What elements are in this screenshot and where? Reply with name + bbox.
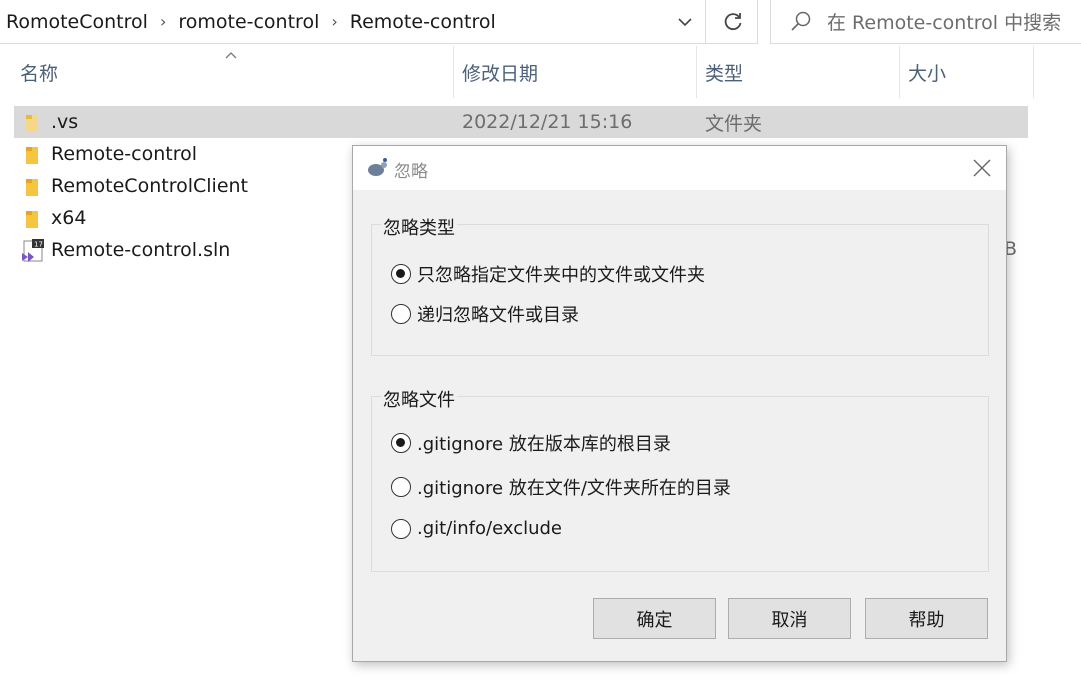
ok-button[interactable]: 确定 bbox=[593, 598, 716, 639]
radio-label: .git/info/exclude bbox=[417, 518, 562, 539]
breadcrumb-item[interactable]: Remote-control bbox=[350, 11, 496, 33]
folder-icon bbox=[26, 147, 38, 164]
svg-text:17: 17 bbox=[34, 241, 43, 249]
folder-icon bbox=[26, 115, 38, 132]
refresh-button[interactable] bbox=[708, 0, 758, 44]
column-header-label: 名称 bbox=[20, 62, 59, 85]
folder-icon bbox=[26, 211, 38, 228]
column-header-label: 类型 bbox=[705, 62, 744, 85]
radio-label: 递归忽略文件或目录 bbox=[417, 305, 579, 326]
file-name: .vs bbox=[51, 111, 79, 133]
radio-button[interactable] bbox=[391, 304, 411, 324]
column-header-label: 修改日期 bbox=[462, 62, 539, 85]
search-icon bbox=[791, 11, 811, 31]
refresh-icon bbox=[724, 13, 741, 31]
help-button[interactable]: 帮助 bbox=[865, 598, 988, 639]
file-name: RemoteControlClient bbox=[51, 175, 248, 197]
tortoisegit-icon bbox=[368, 158, 387, 176]
radio-button[interactable] bbox=[391, 433, 411, 453]
column-header-label: 大小 bbox=[908, 62, 947, 85]
visual-studio-solution-icon: 17 bbox=[22, 239, 44, 262]
file-modified: 2022/12/21 15:16 bbox=[462, 111, 633, 133]
radio-button[interactable] bbox=[391, 518, 411, 539]
radio-button[interactable] bbox=[391, 477, 411, 497]
dialog-titlebar[interactable]: 忽略 bbox=[353, 146, 1006, 190]
file-type: 文件夹 bbox=[705, 112, 763, 135]
folder-icon bbox=[26, 179, 38, 196]
file-name: Remote-control bbox=[51, 143, 198, 165]
dialog-title: 忽略 bbox=[394, 162, 428, 182]
radio-ignore-specified[interactable]: 只忽略指定文件夹中的文件或文件夹 bbox=[391, 261, 705, 287]
radio-ignore-recursive[interactable]: 递归忽略文件或目录 bbox=[391, 301, 579, 327]
chevron-right-icon[interactable]: › bbox=[160, 12, 166, 31]
radio-label: .gitignore 放在文件/文件夹所在的目录 bbox=[417, 478, 731, 499]
ignore-type-group bbox=[371, 224, 989, 356]
file-row[interactable]: .vs 2022/12/21 15:16 文件夹 bbox=[14, 106, 1028, 138]
address-bar[interactable]: RomoteControl › romote-control › Remote-… bbox=[0, 0, 758, 44]
close-icon[interactable] bbox=[969, 156, 995, 180]
column-header-name[interactable]: 名称 bbox=[0, 46, 454, 98]
column-header-modified[interactable]: 修改日期 bbox=[454, 46, 697, 98]
breadcrumb-item[interactable]: romote-control bbox=[178, 11, 319, 33]
column-header-type[interactable]: 类型 bbox=[697, 46, 900, 98]
ignore-dialog: 忽略 忽略类型 只忽略指定文件夹中的文件或文件夹 递归忽略文件或目录 忽略文件 … bbox=[352, 145, 1007, 662]
file-name: x64 bbox=[51, 207, 87, 229]
cancel-button[interactable]: 取消 bbox=[728, 598, 851, 639]
file-name: Remote-control.sln bbox=[51, 239, 231, 261]
explorer-window: RomoteControl › romote-control › Remote-… bbox=[0, 0, 1081, 695]
radio-label: 只忽略指定文件夹中的文件或文件夹 bbox=[417, 265, 705, 286]
radio-gitignore-root[interactable]: .gitignore 放在版本库的根目录 bbox=[391, 430, 671, 456]
search-box[interactable]: 在 Remote-control 中搜索 bbox=[770, 0, 1081, 44]
search-input[interactable]: 在 Remote-control 中搜索 bbox=[827, 8, 1061, 35]
radio-label: .gitignore 放在版本库的根目录 bbox=[417, 434, 671, 455]
group-label: 忽略文件 bbox=[381, 386, 457, 412]
radio-button[interactable] bbox=[391, 264, 411, 284]
radio-info-exclude[interactable]: .git/info/exclude bbox=[391, 518, 562, 539]
chevron-down-icon bbox=[677, 18, 692, 27]
address-history-button[interactable] bbox=[664, 0, 706, 44]
breadcrumb-item[interactable]: RomoteControl bbox=[6, 11, 148, 33]
group-label: 忽略类型 bbox=[381, 214, 457, 240]
column-header-size[interactable]: 大小 bbox=[900, 46, 1034, 98]
chevron-right-icon[interactable]: › bbox=[331, 12, 337, 31]
radio-gitignore-folder[interactable]: .gitignore 放在文件/文件夹所在的目录 bbox=[391, 474, 731, 500]
